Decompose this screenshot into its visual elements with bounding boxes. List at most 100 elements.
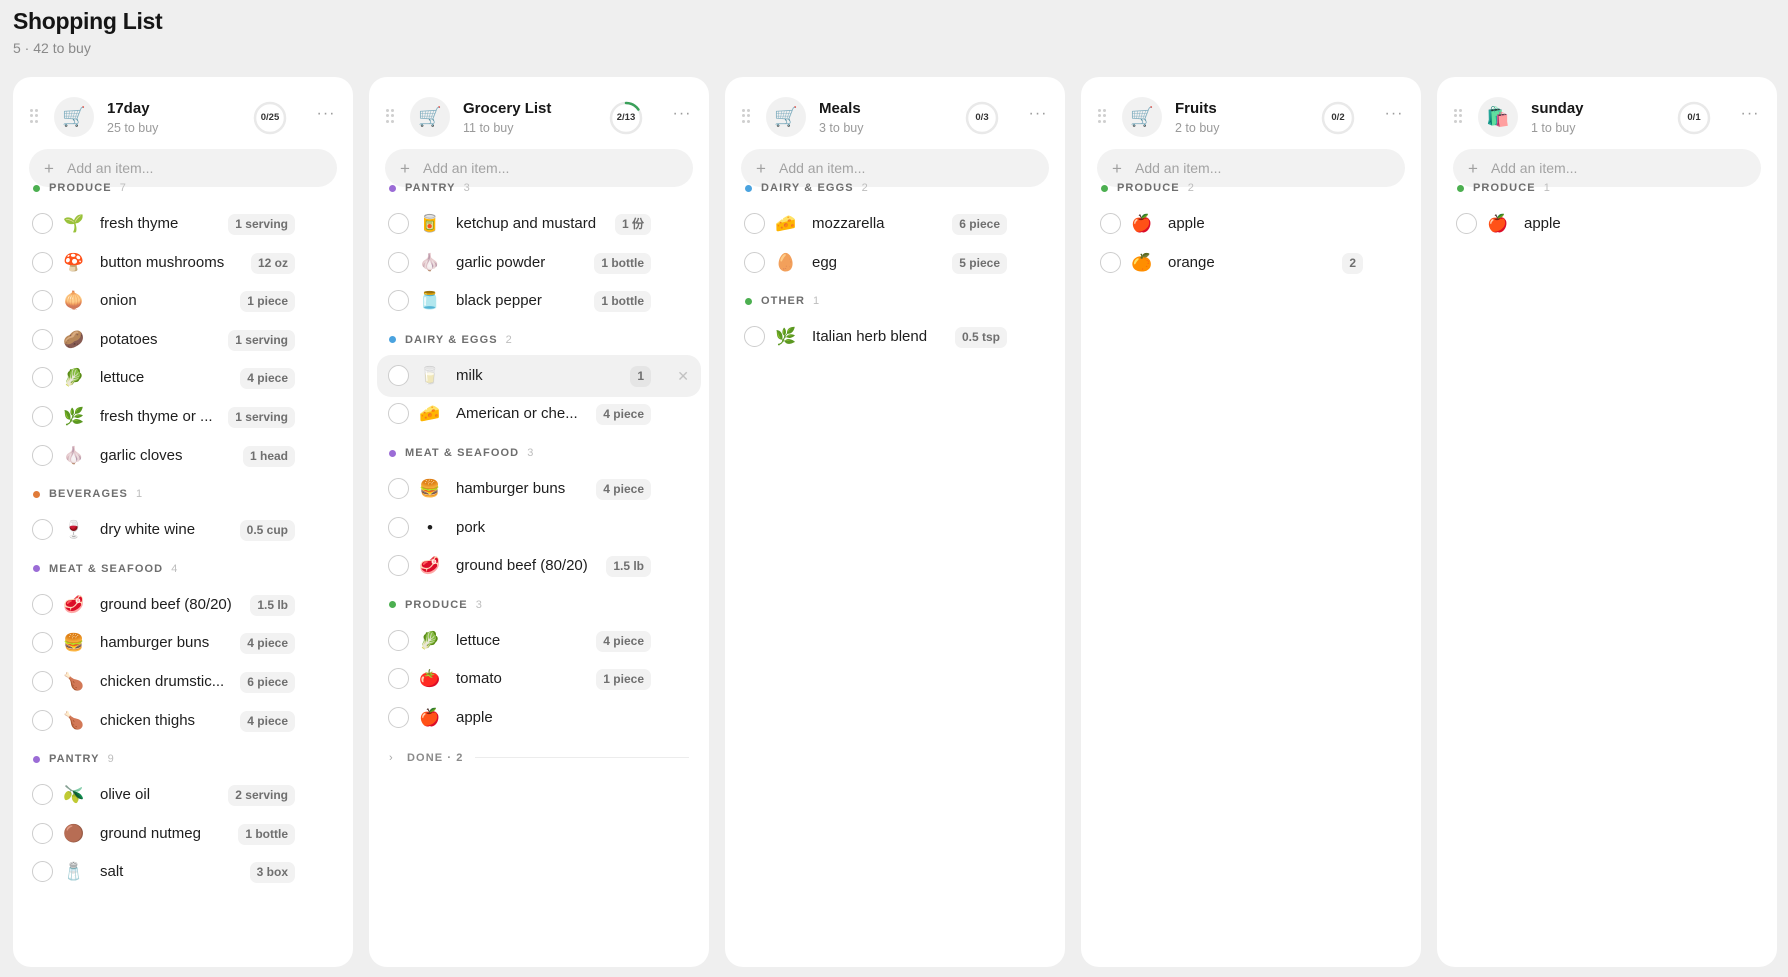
list-item[interactable]: 🌿 Italian herb blend 0.5 tsp	[733, 316, 1057, 358]
item-checkbox[interactable]	[32, 784, 53, 806]
list-item[interactable]: 🥬 lettuce 4 piece	[377, 620, 701, 662]
more-menu-icon[interactable]: ···	[669, 105, 695, 125]
item-checkbox[interactable]	[32, 328, 53, 350]
list-item[interactable]: 🫒 olive oil 2 serving	[21, 774, 345, 816]
drag-handle-icon[interactable]	[30, 109, 38, 123]
list-title[interactable]: Fruits	[1175, 100, 1217, 117]
drag-handle-icon[interactable]	[386, 109, 394, 123]
drag-handle-icon[interactable]	[1454, 109, 1462, 123]
item-checkbox[interactable]	[32, 709, 53, 731]
list-item[interactable]: 🥫 ketchup and mustard 1 份	[377, 203, 701, 245]
list-item[interactable]: 🍅 tomato 1 piece	[377, 658, 701, 700]
item-quantity-badge[interactable]: 4 piece	[240, 368, 295, 390]
item-checkbox[interactable]	[32, 861, 53, 883]
item-checkbox[interactable]	[388, 251, 409, 273]
item-quantity-badge[interactable]: 1.5 lb	[606, 556, 651, 578]
item-checkbox[interactable]	[388, 213, 409, 234]
more-menu-icon[interactable]: ···	[313, 105, 339, 125]
item-quantity-badge[interactable]: 1 piece	[240, 291, 295, 313]
item-quantity-badge[interactable]: 6 piece	[952, 214, 1007, 235]
list-item[interactable]: 🥔 potatoes 1 serving	[21, 319, 345, 361]
section-header[interactable]: BEVERAGES 1	[33, 485, 142, 503]
list-item[interactable]: 🧄 garlic powder 1 bottle	[377, 242, 701, 284]
item-checkbox[interactable]	[388, 668, 409, 690]
section-header[interactable]: PRODUCE 2	[1101, 179, 1194, 197]
list-item[interactable]: 🌿 fresh thyme or ... 1 serving	[21, 396, 345, 438]
more-menu-icon[interactable]: ···	[1381, 105, 1407, 125]
list-item[interactable]: 🍗 chicken drumstic... 6 piece	[21, 661, 345, 703]
item-checkbox[interactable]	[744, 326, 765, 348]
item-quantity-badge[interactable]: 4 piece	[240, 710, 295, 732]
item-checkbox[interactable]	[388, 290, 409, 312]
list-title[interactable]: Meals	[819, 100, 861, 117]
item-checkbox[interactable]	[1100, 251, 1121, 273]
list-title[interactable]: sunday	[1531, 100, 1584, 117]
list-item[interactable]: 🟤 ground nutmeg 1 bottle	[21, 813, 345, 855]
section-header[interactable]: DAIRY & EGGS 2	[389, 331, 512, 349]
list-item[interactable]: 🍔 hamburger buns 4 piece	[21, 622, 345, 664]
list-item[interactable]: 🥛 milk 1 ✕	[377, 354, 701, 397]
drag-handle-icon[interactable]	[1098, 109, 1106, 123]
item-quantity-badge[interactable]: 0.5 cup	[239, 520, 295, 542]
item-quantity-badge[interactable]: 12 oz	[250, 252, 295, 274]
item-checkbox[interactable]	[388, 707, 409, 728]
item-quantity-badge[interactable]: 4 piece	[240, 633, 295, 655]
item-checkbox[interactable]	[32, 290, 53, 312]
item-checkbox[interactable]	[388, 364, 409, 386]
more-menu-icon[interactable]: ···	[1025, 105, 1051, 125]
drag-handle-icon[interactable]	[742, 109, 750, 123]
item-checkbox[interactable]	[1100, 213, 1121, 234]
item-checkbox[interactable]	[32, 671, 53, 692]
item-quantity-badge[interactable]: 2 serving	[228, 785, 295, 807]
item-quantity-badge[interactable]: 1 serving	[228, 407, 295, 428]
item-checkbox[interactable]	[32, 367, 53, 389]
list-title[interactable]: 17day	[107, 100, 150, 117]
list-item[interactable]: • pork	[377, 507, 701, 549]
list-item[interactable]: 🍎 apple	[377, 697, 701, 739]
item-checkbox[interactable]	[1456, 213, 1477, 234]
item-checkbox[interactable]	[388, 403, 409, 425]
item-quantity-badge[interactable]: 1 piece	[596, 669, 651, 691]
item-checkbox[interactable]	[32, 822, 53, 844]
done-section-toggle[interactable]: › DONE · 2	[389, 752, 689, 764]
item-quantity-badge[interactable]: 6 piece	[240, 672, 295, 693]
item-checkbox[interactable]	[32, 519, 53, 541]
item-checkbox[interactable]	[32, 444, 53, 466]
item-checkbox[interactable]	[744, 213, 765, 234]
list-item[interactable]: 🍊 orange 2	[1089, 242, 1413, 284]
list-item[interactable]: 🧄 garlic cloves 1 head	[21, 435, 345, 477]
list-item[interactable]: 🥩 ground beef (80/20) 1.5 lb	[377, 545, 701, 587]
item-quantity-badge[interactable]: 0.5 tsp	[954, 327, 1007, 349]
more-menu-icon[interactable]: ···	[1737, 105, 1763, 125]
section-header[interactable]: MEAT & SEAFOOD 4	[33, 560, 177, 578]
item-quantity-badge[interactable]: 1 serving	[228, 214, 295, 235]
list-item[interactable]: 🧀 American or che... 4 piece	[377, 393, 701, 435]
list-item[interactable]: 🍗 chicken thighs 4 piece	[21, 700, 345, 742]
list-item[interactable]: 🧅 onion 1 piece	[21, 280, 345, 322]
list-title[interactable]: Grocery List	[463, 100, 551, 117]
list-item[interactable]: 🍄 button mushrooms 12 oz	[21, 242, 345, 284]
item-checkbox[interactable]	[388, 478, 409, 499]
list-item[interactable]: 🥚 egg 5 piece	[733, 242, 1057, 284]
list-item[interactable]: 🍷 dry white wine 0.5 cup	[21, 509, 345, 551]
item-quantity-badge[interactable]: 1 head	[242, 445, 295, 467]
item-checkbox[interactable]	[388, 555, 409, 577]
item-quantity-badge[interactable]: 5 piece	[952, 252, 1007, 274]
list-item[interactable]: 🍎 apple	[1445, 203, 1769, 245]
section-header[interactable]: PANTRY 9	[33, 750, 114, 768]
item-checkbox[interactable]	[32, 213, 53, 234]
item-checkbox[interactable]	[388, 516, 409, 538]
list-item[interactable]: 🍎 apple	[1089, 203, 1413, 245]
list-item[interactable]: 🧀 mozzarella 6 piece	[733, 203, 1057, 245]
item-quantity-badge[interactable]: 1	[630, 365, 651, 387]
item-checkbox[interactable]	[388, 629, 409, 651]
item-quantity-badge[interactable]: 4 piece	[596, 404, 651, 426]
item-quantity-badge[interactable]: 1 bottle	[594, 291, 651, 313]
item-checkbox[interactable]	[744, 251, 765, 273]
list-item[interactable]: 🌱 fresh thyme 1 serving	[21, 203, 345, 245]
section-header[interactable]: PRODUCE 3	[389, 596, 482, 614]
list-item[interactable]: 🫙 black pepper 1 bottle	[377, 280, 701, 322]
item-quantity-badge[interactable]: 1 bottle	[238, 823, 295, 845]
item-quantity-badge[interactable]: 1 bottle	[594, 252, 651, 274]
list-item[interactable]: 🍔 hamburger buns 4 piece	[377, 468, 701, 510]
